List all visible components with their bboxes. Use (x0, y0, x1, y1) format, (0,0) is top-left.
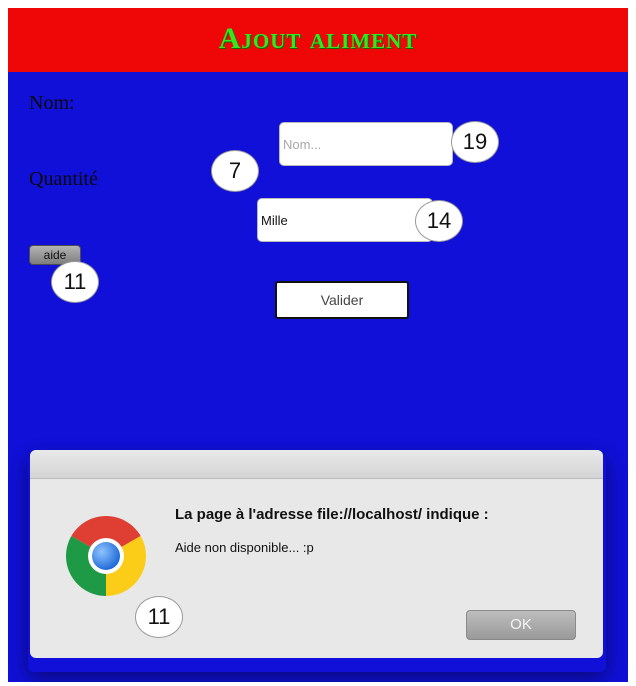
quantite-label: Quantité (29, 168, 98, 190)
page-body: Ajout aliment Nom: 19 Quantité 7 14 aide… (8, 8, 628, 682)
annotation-badge-aide-button: 11 (51, 261, 99, 303)
dialog-title: La page à l'adresse file://localhost/ in… (175, 506, 489, 523)
chrome-logo-icon (66, 516, 146, 596)
quantite-input[interactable] (257, 198, 433, 242)
page-header: Ajout aliment (8, 8, 628, 72)
annotation-badge-dialog: 11 (135, 596, 183, 638)
annotation-badge-quantite-input: 14 (415, 200, 463, 242)
page-title: Ajout aliment (218, 22, 418, 55)
dialog-message: Aide non disponible... :p (175, 540, 314, 555)
annotation-badge-nom-input: 19 (451, 121, 499, 163)
valider-button[interactable]: Valider (275, 281, 409, 319)
alert-dialog: La page à l'adresse file://localhost/ in… (30, 450, 603, 658)
nom-input[interactable] (279, 122, 453, 166)
dialog-titlebar[interactable] (30, 450, 603, 479)
nom-label: Nom: (29, 92, 75, 114)
ok-button[interactable]: OK (466, 610, 576, 640)
annotation-badge-quantite-label: 7 (211, 150, 259, 192)
